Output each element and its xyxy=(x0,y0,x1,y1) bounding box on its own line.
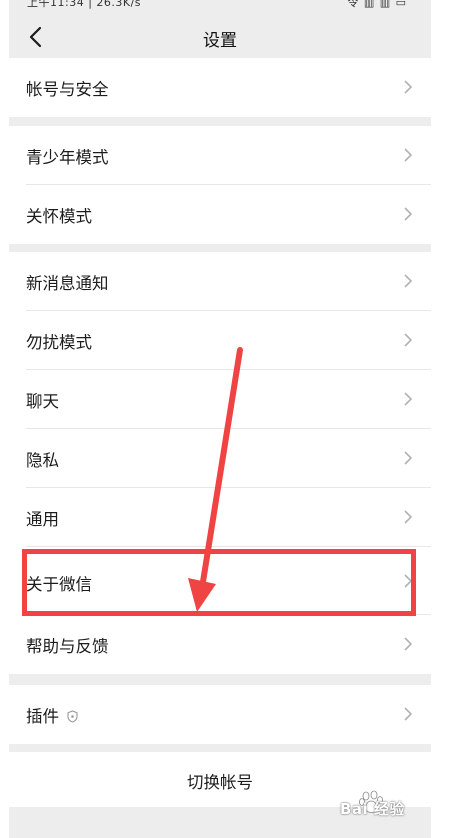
watermark-text: Bai 经验 xyxy=(340,800,405,818)
watermark: Bai 经验 xyxy=(338,790,448,822)
annotation-arrow-icon xyxy=(188,347,243,612)
